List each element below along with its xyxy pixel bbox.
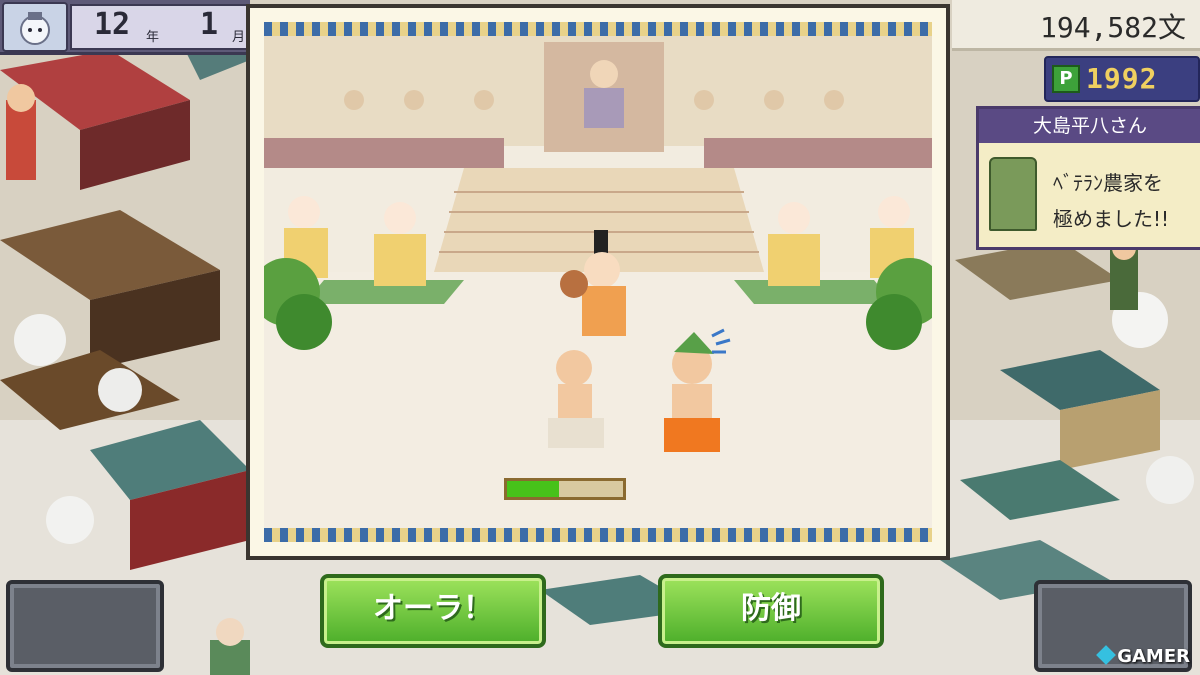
notice-name: 大島平八さん: [979, 109, 1200, 143]
left-menu-button[interactable]: [6, 580, 164, 672]
defend-button[interactable]: 防御: [658, 574, 884, 648]
month-number: 1: [200, 7, 219, 42]
gamer-logo-icon: [1096, 645, 1117, 665]
year-unit: 年: [146, 30, 160, 45]
watermark-text: GAMER: [1117, 646, 1190, 667]
notice-line-1: ﾍﾞﾃﾗﾝ農家を: [1053, 171, 1163, 195]
battle-scene: [264, 22, 932, 542]
points-value: 1992: [1086, 62, 1158, 95]
attack-button[interactable]: オーラ！: [320, 574, 546, 648]
battle-panel: [246, 4, 950, 560]
points-icon: P: [1052, 65, 1080, 93]
watermark: GAMER: [1096, 645, 1190, 667]
court-scene: [264, 36, 932, 528]
achievement-notice[interactable]: 大島平八さん ﾍﾞﾃﾗﾝ農家を 極めました!!: [976, 106, 1200, 250]
money-panel: 194,582文: [952, 0, 1200, 51]
health-bar: [504, 478, 626, 500]
farmer-portrait-icon: [989, 157, 1037, 231]
points-panel: P 1992: [1044, 56, 1200, 102]
player-avatar[interactable]: [2, 2, 68, 52]
notice-line-2: 極めました!!: [1053, 207, 1170, 231]
date-display: 12 年 1 月: [70, 4, 250, 50]
date-panel: 12 年 1 月: [0, 0, 250, 55]
year-number: 12: [94, 7, 131, 42]
money-value: 194,582文: [1039, 11, 1186, 44]
health-bar-fill: [507, 481, 560, 497]
month-unit: 月: [232, 30, 246, 45]
